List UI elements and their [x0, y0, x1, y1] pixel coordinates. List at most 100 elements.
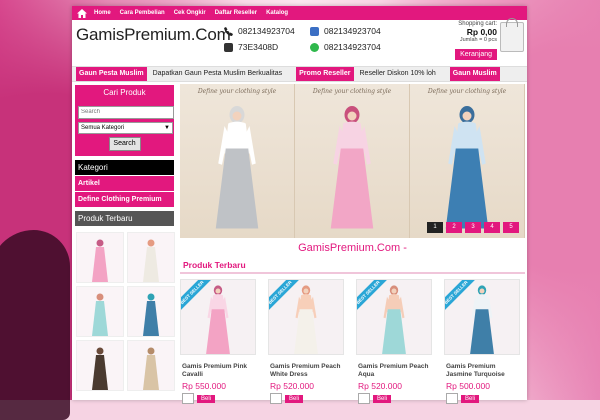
buy-button[interactable]: Beli: [285, 394, 304, 403]
product-card: BEST SELLER Gamis Premium Pink Cavalli Rp …: [180, 279, 258, 404]
bbm-pin: 73E3408D: [238, 42, 279, 52]
site-title: GamisPremium.Com -: [298, 242, 407, 254]
product-grid: BEST SELLER Gamis Premium Pink Cavalli Rp …: [180, 279, 525, 404]
search-title: Cari Produk: [103, 88, 146, 97]
sidebar-thumb[interactable]: [127, 339, 175, 391]
nav-cek-ongkir-link[interactable]: Cek Ongkir: [174, 10, 206, 16]
model-dress-image: [442, 100, 492, 237]
product-name[interactable]: Gamis Premium Peach White Dress: [268, 363, 346, 379]
sidebar-produk-terbaru-heading: Produk Terbaru: [75, 210, 174, 226]
search-button[interactable]: Search: [108, 136, 141, 151]
add-to-cart-row: Beli: [180, 393, 258, 404]
product-image[interactable]: BEST SELLER: [356, 279, 432, 355]
shopping-cart-widget: Shopping cart: Rp 0,00 Jumlah = 0 pcs Ke…: [455, 21, 497, 61]
slider-tagline: Define your clothing style: [427, 88, 507, 95]
produk-terbaru-heading: Produk Terbaru: [183, 260, 246, 270]
product-image[interactable]: BEST SELLER: [268, 279, 344, 355]
model-dress-image: [212, 100, 262, 237]
kategori-item-define-clothing[interactable]: Define Clothing Premium: [75, 190, 174, 207]
search-box: Cari Produk Semua Kategori ▼ Search: [75, 85, 174, 156]
slider-page-5[interactable]: 5: [503, 222, 519, 233]
sidebar-thumb[interactable]: [76, 285, 124, 337]
nav-katalog-link[interactable]: Katalog: [266, 10, 288, 16]
promo-ticker: Gaun Pesta Muslim Dapatkan Gaun Pesta Mus…: [72, 66, 527, 82]
ticker-item[interactable]: Gaun Pesta Muslim: [76, 67, 147, 81]
buy-button[interactable]: Beli: [461, 394, 480, 403]
shopping-bag-icon[interactable]: [500, 18, 524, 52]
add-to-cart-row: Beli: [444, 393, 522, 404]
quantity-input[interactable]: [446, 393, 458, 404]
sidebar-product-thumbs: [75, 231, 175, 391]
cart-total: Rp 0,00: [466, 27, 497, 37]
buy-button[interactable]: Beli: [197, 394, 216, 403]
slider-panel: Define your clothing style: [410, 84, 525, 238]
sms-contact: 082134923704: [310, 26, 381, 36]
product-name[interactable]: Gamis Premium Jasmine Turquoise: [444, 363, 522, 379]
ticker-item[interactable]: Promo Reseller: [296, 67, 354, 81]
kategori-item-artikel[interactable]: Artikel: [75, 174, 174, 191]
slider-page-1[interactable]: 1: [427, 222, 443, 233]
whatsapp-contact: 082134923704: [310, 42, 381, 52]
site-container: Home Cara Pembelian Cek Ongkir Daftar Re…: [72, 6, 527, 404]
cart-button[interactable]: Keranjang: [455, 49, 497, 60]
home-icon[interactable]: [76, 8, 88, 18]
product-name[interactable]: Gamis Premium Peach Aqua: [356, 363, 434, 379]
slider-page-2[interactable]: 2: [446, 222, 462, 233]
buy-button[interactable]: Beli: [373, 394, 392, 403]
phone-contact: 082134923704: [224, 26, 295, 36]
product-price: Rp 520.000: [358, 381, 402, 391]
phone-number: 082134923704: [238, 26, 295, 36]
phone-icon: [224, 26, 233, 36]
cart-count: Jumlah = 0 pcs: [459, 37, 497, 43]
site-logo[interactable]: GamisPremium.Com: [76, 25, 231, 45]
nav-daftar-reseller-link[interactable]: Daftar Reseller: [215, 10, 257, 16]
section-divider: [180, 272, 525, 274]
woman-silhouette-decoration: [0, 230, 70, 420]
slider-page-3[interactable]: 3: [465, 222, 481, 233]
sidebar: Cari Produk Semua Kategori ▼ Search Kate…: [75, 85, 175, 391]
sidebar-thumb[interactable]: [127, 231, 175, 283]
ticker-item[interactable]: Gaun Muslim: [449, 67, 500, 81]
nav-home-link[interactable]: Home: [94, 10, 111, 16]
slider-tagline: Define your clothing style: [197, 88, 277, 95]
sidebar-thumb[interactable]: [76, 231, 124, 283]
category-select-value: Semua Kategori: [81, 124, 125, 131]
slider-page-4[interactable]: 4: [484, 222, 500, 233]
product-image[interactable]: BEST SELLER: [180, 279, 256, 355]
whatsapp-number: 082134923704: [324, 42, 381, 52]
product-card: BEST SELLER Gamis Premium Peach White Dre…: [268, 279, 346, 404]
product-card: BEST SELLER Gamis Premium Jasmine Turquoi…: [444, 279, 522, 404]
add-to-cart-row: Beli: [268, 393, 346, 404]
slider-panel: Define your clothing style: [180, 84, 295, 238]
add-to-cart-row: Beli: [356, 393, 434, 404]
sidebar-thumb[interactable]: [127, 285, 175, 337]
bbm-contact: 73E3408D: [224, 42, 278, 52]
top-navigation: Home Cara Pembelian Cek Ongkir Daftar Re…: [72, 6, 527, 20]
model-dress-image: [327, 100, 377, 237]
quantity-input[interactable]: [270, 393, 282, 404]
chevron-down-icon: ▼: [164, 124, 170, 131]
sidebar-thumb[interactable]: [76, 339, 124, 391]
product-price: Rp 500.000: [446, 381, 490, 391]
slider-tagline: Define your clothing style: [312, 88, 392, 95]
site-header: GamisPremium.Com 082134923704 0821349237…: [72, 18, 527, 66]
hero-slider[interactable]: Define your clothing style Define your cl…: [180, 84, 525, 238]
category-select[interactable]: Semua Kategori ▼: [78, 121, 173, 134]
nav-cara-pembelian-link[interactable]: Cara Pembelian: [120, 10, 165, 16]
whatsapp-icon: [310, 42, 319, 52]
ticker-item: Dapatkan Gaun Pesta Muslim Berkualitas: [152, 70, 283, 77]
sms-number: 082134923704: [324, 26, 381, 36]
product-name[interactable]: Gamis Premium Pink Cavalli: [180, 363, 258, 379]
product-price: Rp 550.000: [182, 381, 226, 391]
ticker-item: Reseller Diskon 10% loh: [359, 70, 436, 77]
search-input[interactable]: [78, 105, 174, 119]
slider-panel: Define your clothing style: [295, 84, 410, 238]
quantity-input[interactable]: [358, 393, 370, 404]
product-card: BEST SELLER Gamis Premium Peach Aqua Rp 52…: [356, 279, 434, 404]
bbm-icon: [224, 42, 233, 52]
product-image[interactable]: BEST SELLER: [444, 279, 520, 355]
product-price: Rp 520.000: [270, 381, 314, 391]
kategori-heading: Kategori: [75, 159, 174, 175]
quantity-input[interactable]: [182, 393, 194, 404]
sms-icon: [310, 26, 319, 36]
